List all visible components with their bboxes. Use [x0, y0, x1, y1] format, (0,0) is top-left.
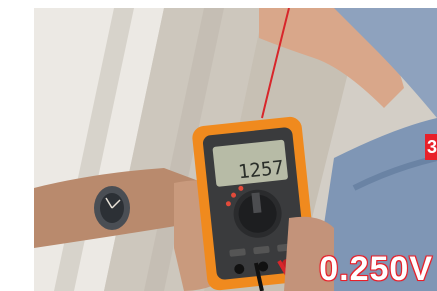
photo-frame: 1257 3 0.250V — [34, 8, 437, 291]
step-badge: 3 — [425, 134, 437, 160]
photo-scene — [34, 8, 437, 291]
voltage-reading: 0.250V — [318, 249, 433, 289]
